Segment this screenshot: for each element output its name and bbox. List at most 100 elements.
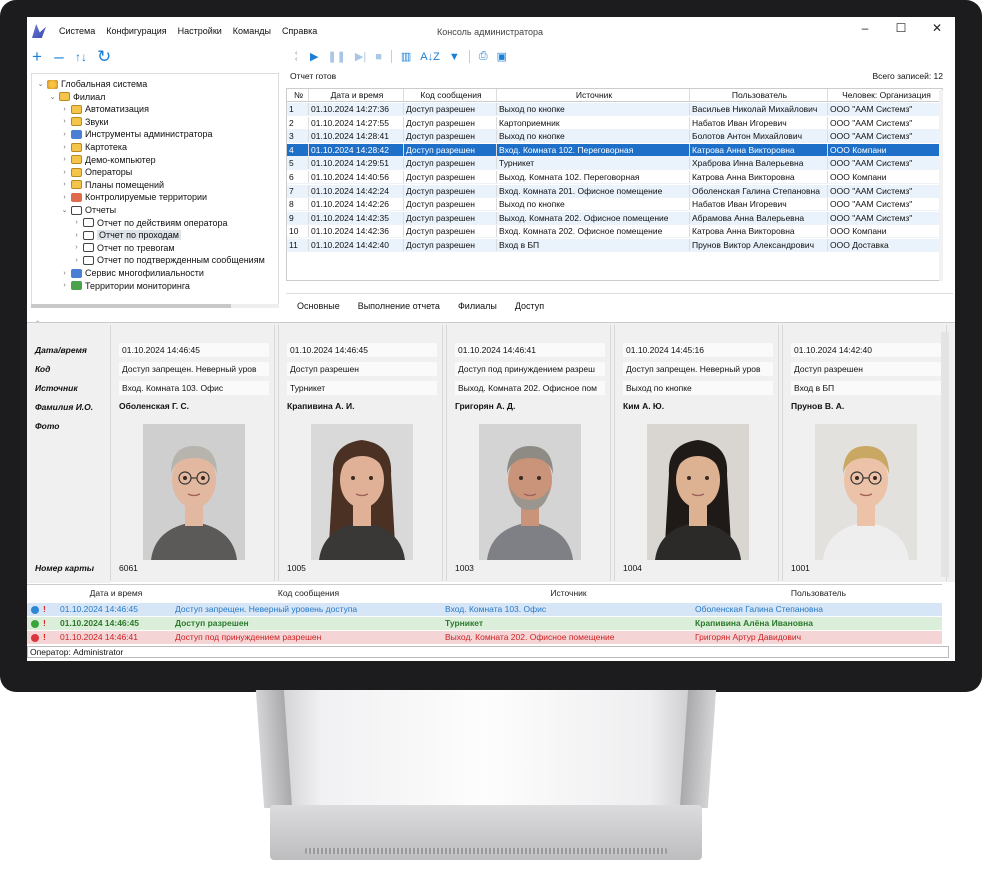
tree-node[interactable]: ⌄ Отчеты <box>60 204 117 216</box>
tree-node[interactable]: › Инструменты администратора <box>60 128 212 140</box>
person-card[interactable]: 01.10.2024 14:45:16 Доступ запрещен. Неве… <box>614 325 779 581</box>
chevron-right-icon[interactable]: › <box>72 257 81 264</box>
event-row[interactable]: ! 01.10.2024 14:46:45 Доступ запрещен. Нев… <box>27 603 942 616</box>
event-row[interactable]: ! 01.10.2024 14:46:45 Доступ разрешен Турни… <box>27 617 942 630</box>
chevron-down-icon[interactable]: ⌄ <box>48 93 57 101</box>
stop-icon[interactable]: ■ <box>375 51 382 63</box>
column-header[interactable]: Код сообщения <box>404 89 497 101</box>
tree-node[interactable]: › Демо-компьютер <box>60 154 155 166</box>
panel-scrollbar[interactable] <box>941 332 949 577</box>
tab-branches[interactable]: Филиалы <box>458 301 497 311</box>
person-card[interactable]: 01.10.2024 14:46:41 Доступ под принуждени… <box>446 325 611 581</box>
tab-main[interactable]: Основные <box>297 301 340 311</box>
chevron-right-icon[interactable]: › <box>60 181 69 188</box>
event-cell: 01.10.2024 14:46:45 <box>60 618 139 628</box>
tree-node[interactable]: › Сервис многофилиальности <box>60 267 204 279</box>
person-photo-image <box>311 424 413 560</box>
table-row[interactable]: 7 01.10.2024 14:42:24 Доступ разрешен Вход.… <box>287 184 942 198</box>
table-row[interactable]: 4 01.10.2024 14:28:42 Доступ разрешен Вход.… <box>287 143 942 157</box>
column-header[interactable]: Дата и время <box>57 587 172 600</box>
report-table: № Дата и время Код сообщения Источник Пользо… <box>286 88 943 281</box>
tree-node[interactable]: › Территории мониторинга <box>60 280 190 292</box>
chevron-right-icon[interactable]: › <box>60 106 69 113</box>
chevron-down-icon[interactable]: ⌄ <box>60 206 69 214</box>
table-row[interactable]: 3 01.10.2024 14:28:41 Доступ разрешен Выход… <box>287 130 942 144</box>
table-row[interactable]: 2 01.10.2024 14:27:55 Доступ разрешен Карто… <box>287 116 942 130</box>
scrollbar-thumb[interactable] <box>31 304 231 308</box>
chevron-right-icon[interactable]: › <box>60 144 69 151</box>
tab-report-execution[interactable]: Выполнение отчета <box>358 301 440 311</box>
tree-horizontal-scrollbar[interactable] <box>31 304 279 308</box>
event-row[interactable]: ! 01.10.2024 14:46:41 Доступ под принужден… <box>27 631 942 644</box>
tab-access[interactable]: Доступ <box>515 301 544 311</box>
menu-commands[interactable]: Команды <box>233 26 271 36</box>
menu-system[interactable]: Система <box>59 26 95 36</box>
tree-node[interactable]: › Звуки <box>60 116 108 128</box>
save-icon[interactable]: ▣ <box>497 50 507 63</box>
menu-help[interactable]: Справка <box>282 26 317 36</box>
tree-node[interactable]: › Отчет по подтвержденным сообщениям <box>72 254 264 266</box>
chevron-right-icon[interactable]: › <box>60 156 69 163</box>
refresh-icon[interactable]: ↻ <box>97 48 111 65</box>
chevron-right-icon[interactable]: › <box>60 194 69 201</box>
tree-node[interactable]: › Планы помещений <box>60 179 164 191</box>
table-row[interactable]: 6 01.10.2024 14:40:56 Доступ разрешен Выход… <box>287 171 942 184</box>
sort-icon[interactable]: ↑↓ <box>75 50 87 64</box>
person-card[interactable]: 01.10.2024 14:46:45 Доступ запрещен. Неве… <box>110 325 275 581</box>
tree-node[interactable]: › Операторы <box>60 166 132 178</box>
tree-node[interactable]: › Отчет по действиям оператора <box>72 217 227 229</box>
chevron-right-icon[interactable]: › <box>60 169 69 176</box>
column-header[interactable]: № <box>287 89 309 101</box>
add-icon[interactable]: + <box>31 48 43 65</box>
menu-settings[interactable]: Настройки <box>178 26 222 36</box>
column-header[interactable]: Пользователь <box>692 587 942 600</box>
chevron-right-icon[interactable]: › <box>72 232 81 239</box>
table-row[interactable]: 5 01.10.2024 14:29:51 Доступ разрешен Турни… <box>287 157 942 171</box>
table-cell: Храброва Инна Валерьевна <box>690 157 828 170</box>
column-header[interactable]: Источник <box>497 89 690 101</box>
collapse-panel-icon[interactable]: ‹ ‹ <box>295 50 301 63</box>
minimize-button[interactable]: – <box>847 21 883 35</box>
table-row[interactable]: 11 01.10.2024 14:42:40 Доступ разрешен Вход… <box>287 239 942 252</box>
sort-az-icon[interactable]: A↓Z <box>420 51 440 63</box>
close-button[interactable]: ✕ <box>919 21 955 35</box>
person-photo <box>479 424 581 560</box>
tree-node[interactable]: › Отчет по тревогам <box>72 242 174 254</box>
table-row[interactable]: 8 01.10.2024 14:42:26 Доступ разрешен Выход… <box>287 198 942 212</box>
column-header[interactable]: Источник <box>442 587 692 600</box>
tree-node[interactable]: › Картотека <box>60 141 127 153</box>
play-icon[interactable]: ▶ <box>310 50 318 63</box>
column-header[interactable]: Дата и время <box>309 89 404 101</box>
table-row[interactable]: 10 01.10.2024 14:42:36 Доступ разрешен Вход… <box>287 225 942 239</box>
chevron-down-icon[interactable]: ⌄ <box>36 80 45 88</box>
step-icon[interactable]: ▶| <box>355 50 366 63</box>
columns-icon[interactable]: ▥ <box>401 50 411 63</box>
chevron-right-icon[interactable]: › <box>60 131 69 138</box>
tree-node[interactable]: ⌄ Филиал <box>48 91 106 103</box>
column-header[interactable]: Код сообщения <box>172 587 442 600</box>
tree-node[interactable]: ⌄ Глобальная система <box>36 78 148 90</box>
remove-icon[interactable]: – <box>53 48 65 65</box>
chevron-right-icon[interactable]: › <box>60 282 69 289</box>
chevron-right-icon[interactable]: › <box>72 219 81 226</box>
tree-node[interactable]: › Отчет по проходам <box>72 229 181 241</box>
person-card[interactable]: 01.10.2024 14:46:45 Доступ разрешен Турник… <box>278 325 443 581</box>
folder-icon <box>71 180 82 190</box>
tree-node[interactable]: › Контролируемые территории <box>60 191 207 203</box>
print-icon[interactable]: ⎙ <box>479 50 488 63</box>
table-row[interactable]: 1 01.10.2024 14:27:36 Доступ разрешен Выход… <box>287 103 942 116</box>
chevron-right-icon[interactable]: › <box>60 118 69 125</box>
column-header[interactable]: Человек: Организация <box>828 89 942 101</box>
chevron-right-icon[interactable]: › <box>60 270 69 277</box>
pause-icon[interactable]: ❚❚ <box>327 50 345 63</box>
maximize-button[interactable]: ☐ <box>883 21 919 35</box>
filter-icon[interactable]: ▼ <box>449 51 460 63</box>
tree-node[interactable]: › Автоматизация <box>60 103 149 115</box>
table-row[interactable]: 9 01.10.2024 14:42:35 Доступ разрешен Выход… <box>287 211 942 225</box>
card-name: Григорян А. Д. <box>455 401 516 411</box>
column-header[interactable]: Пользователь <box>690 89 828 101</box>
report-table-scrollbar[interactable] <box>939 90 943 281</box>
person-card[interactable]: 01.10.2024 14:42:40 Доступ разрешен Вход в… <box>782 325 947 581</box>
chevron-right-icon[interactable]: › <box>72 244 81 251</box>
menu-configuration[interactable]: Конфигурация <box>106 26 166 36</box>
